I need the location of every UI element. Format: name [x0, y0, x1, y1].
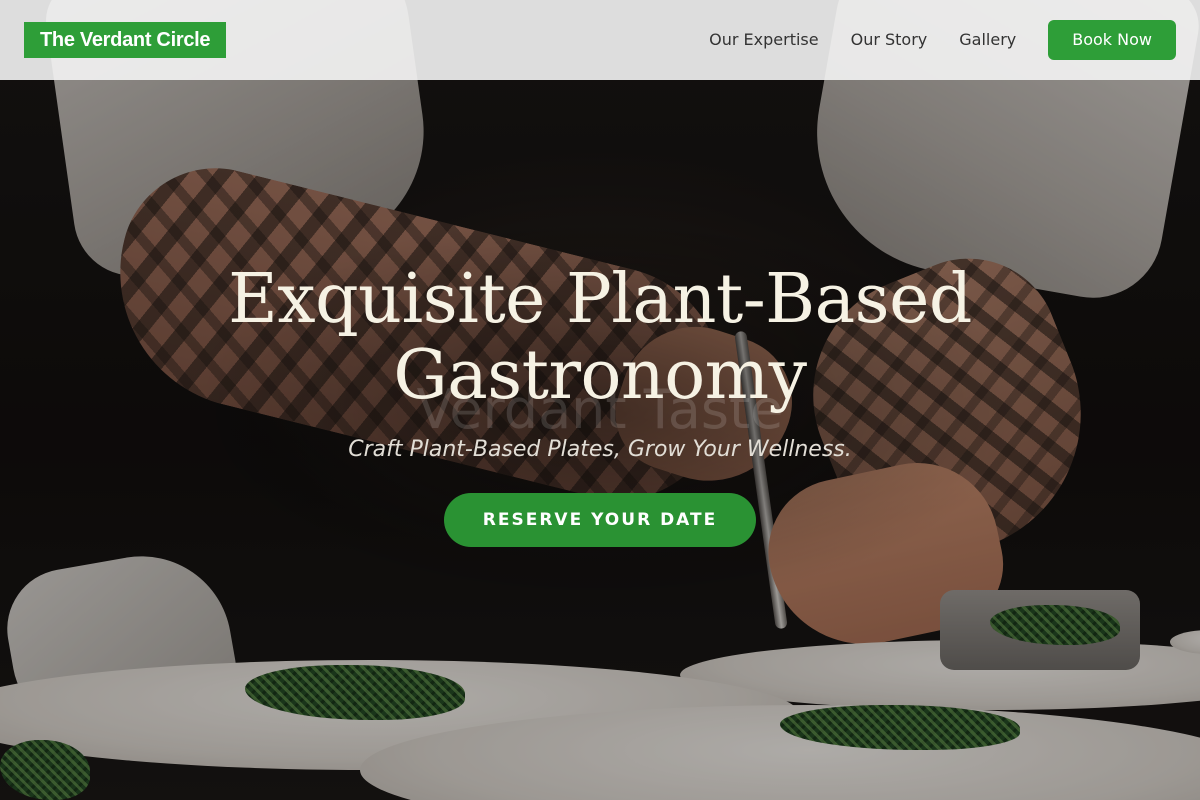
nav-link-our-story[interactable]: Our Story [851, 20, 928, 60]
main-nav: Our Expertise Our Story Gallery Book Now [709, 20, 1176, 60]
landing-page: The Verdant Circle Our Expertise Our Sto… [0, 0, 1200, 800]
hero-title: Exquisite Plant-Based Gastronomy [100, 262, 1100, 414]
hero-section: Verdant Taste Exquisite Plant-Based Gast… [0, 0, 1200, 800]
nav-link-our-expertise[interactable]: Our Expertise [709, 20, 818, 60]
book-now-button[interactable]: Book Now [1048, 20, 1176, 60]
hero-title-line-2: Gastronomy [393, 336, 807, 415]
reserve-your-date-button[interactable]: RESERVE YOUR DATE [444, 493, 756, 547]
site-header: The Verdant Circle Our Expertise Our Sto… [0, 0, 1200, 80]
hero-subtitle: Craft Plant-Based Plates, Grow Your Well… [348, 437, 852, 462]
nav-link-gallery[interactable]: Gallery [959, 20, 1016, 60]
hero-title-line-1: Exquisite Plant-Based [228, 260, 972, 339]
brand-logo[interactable]: The Verdant Circle [24, 22, 227, 58]
